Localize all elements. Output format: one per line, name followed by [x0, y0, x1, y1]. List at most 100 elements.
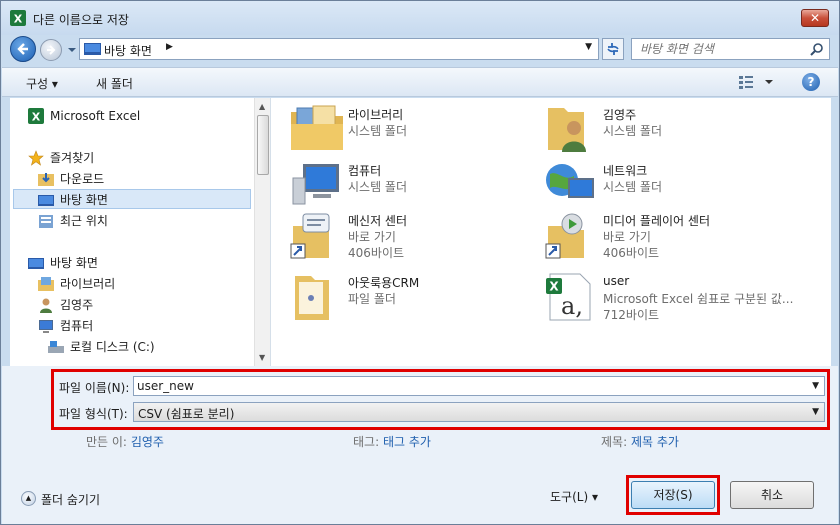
tools-button[interactable]: 도구(L) ▾: [550, 488, 598, 505]
desktop-icon: [84, 43, 101, 55]
title-bar[interactable]: X 다른 이름으로 저장 ✕: [1, 1, 839, 35]
file-item-media-player-shortcut[interactable]: 미디어 플레이어 센터 바로 가기 406바이트: [544, 210, 804, 262]
scroll-up-icon[interactable]: ▲: [259, 102, 265, 111]
file-type: 바로 가기: [603, 230, 651, 244]
file-name: 네트워크: [603, 164, 648, 178]
file-type: 시스템 폴더: [603, 180, 663, 194]
filename-dropdown-icon[interactable]: ▼: [812, 381, 819, 391]
search-icon[interactable]: [810, 42, 824, 56]
file-name: 컴퓨터: [348, 164, 382, 178]
breadcrumb-desktop[interactable]: 바탕 화면: [104, 42, 152, 59]
filetype-dropdown-icon[interactable]: ▼: [812, 407, 819, 417]
nav-item-local-disk-c[interactable]: 로컬 디스크 (C:): [48, 337, 248, 357]
nav-item-desktop-selected[interactable]: 바탕 화면: [13, 189, 251, 209]
nav-item-downloads[interactable]: 다운로드: [38, 169, 238, 189]
recent-pages-dropdown-icon[interactable]: [67, 45, 77, 55]
nav-pane-scrollbar[interactable]: ▲ ▼: [254, 98, 270, 366]
new-folder-button[interactable]: 새 폴더: [96, 75, 133, 92]
file-type: 시스템 폴더: [603, 124, 663, 138]
star-icon: [28, 150, 44, 166]
nav-item-microsoft-excel[interactable]: X Microsoft Excel: [28, 106, 228, 126]
close-button[interactable]: ✕: [801, 9, 829, 27]
hide-folders-label: 폴더 숨기기: [41, 493, 101, 507]
file-name: 아웃룩용CRM: [348, 276, 420, 290]
back-button[interactable]: [10, 36, 36, 62]
refresh-button[interactable]: [602, 38, 624, 60]
nav-item-label: 컴퓨터: [60, 319, 94, 333]
chevron-up-icon: ▲: [21, 491, 36, 506]
library-icon: [38, 277, 54, 291]
nav-item-label: Microsoft Excel: [50, 109, 141, 123]
nav-item-user[interactable]: 김영주: [38, 295, 238, 315]
window-title: 다른 이름으로 저장: [33, 13, 129, 27]
tags-value[interactable]: 태그 추가: [383, 435, 431, 449]
organize-button[interactable]: 구성 ▾: [26, 75, 58, 92]
downloads-folder-icon: [38, 173, 54, 186]
save-as-dialog: X 다른 이름으로 저장 ✕ 바탕 화면 ▶ ▼ 구성 ▾ 새 폴더: [0, 0, 840, 525]
nav-item-computer[interactable]: 컴퓨터: [38, 316, 238, 336]
nav-item-desktop-root[interactable]: 바탕 화면: [28, 253, 228, 273]
file-size: 712바이트: [603, 308, 660, 322]
filetype-select[interactable]: CSV (쉼표로 분리) ▼: [133, 402, 825, 422]
excel-icon: X: [10, 10, 26, 26]
network-icon: [546, 164, 594, 198]
user-icon: [40, 298, 52, 313]
csv-file-icon: X a,: [546, 273, 591, 321]
address-bar[interactable]: 바탕 화면 ▶ ▼: [79, 38, 599, 60]
title-value[interactable]: 제목 추가: [631, 435, 679, 449]
drive-icon: [48, 341, 64, 353]
author-label: 만든 이:: [86, 435, 127, 449]
address-dropdown-icon[interactable]: ▼: [585, 42, 592, 52]
navigation-pane: X Microsoft Excel 즐겨찾기 다운로드 바탕 화면 최근 위치 …: [10, 98, 271, 366]
svg-text:a,: a,: [561, 292, 583, 320]
author-value[interactable]: 김영주: [131, 435, 164, 449]
scroll-down-icon[interactable]: ▼: [259, 353, 265, 362]
file-size: 406바이트: [348, 246, 405, 260]
file-item-outlook-crm-folder[interactable]: 아웃룩용CRM 파일 폴더: [289, 272, 549, 324]
folder-icon: [295, 276, 329, 320]
file-item-network[interactable]: 네트워크 시스템 폴더: [544, 160, 804, 212]
breadcrumb-arrow-icon[interactable]: ▶: [166, 42, 173, 52]
desktop-icon: [38, 195, 54, 206]
nav-item-label: 즐겨찾기: [50, 151, 95, 165]
help-button[interactable]: ?: [802, 73, 820, 91]
file-type: 시스템 폴더: [348, 124, 408, 138]
nav-item-libraries[interactable]: 라이브러리: [38, 274, 238, 294]
nav-item-label: 최근 위치: [60, 214, 108, 228]
excel-icon: X: [28, 108, 44, 124]
search-box[interactable]: [631, 38, 830, 60]
file-type: 시스템 폴더: [348, 180, 408, 194]
svg-text:X: X: [549, 280, 559, 294]
file-type: Microsoft Excel 쉼표로 구분된 값...: [603, 292, 794, 306]
messenger-shortcut-icon: [290, 213, 330, 259]
file-item-user-folder[interactable]: 김영주 시스템 폴더: [544, 104, 804, 156]
filetype-label: 파일 형식(T):: [59, 407, 128, 421]
author-field: 만든 이: 김영주: [86, 433, 164, 450]
search-input[interactable]: [640, 41, 805, 57]
file-name: 메신저 센터: [348, 214, 408, 228]
forward-button[interactable]: [40, 39, 62, 61]
file-type: 파일 폴더: [348, 292, 396, 306]
title-field: 제목: 제목 추가: [601, 433, 679, 450]
svg-text:X: X: [14, 13, 23, 26]
file-name: 라이브러리: [348, 108, 404, 122]
file-item-messenger-shortcut[interactable]: 메신저 센터 바로 가기 406바이트: [289, 210, 549, 262]
scroll-thumb[interactable]: [257, 115, 269, 175]
nav-item-label: 다운로드: [60, 172, 105, 186]
nav-item-favorites[interactable]: 즐겨찾기: [28, 148, 228, 168]
file-item-libraries[interactable]: 라이브러리 시스템 폴더: [289, 104, 549, 156]
filename-combo[interactable]: ▼: [133, 376, 825, 396]
save-button[interactable]: 저장(S): [631, 481, 715, 509]
file-item-computer[interactable]: 컴퓨터 시스템 폴더: [289, 160, 549, 212]
filename-label: 파일 이름(N):: [59, 381, 130, 395]
back-arrow-icon: [17, 43, 28, 55]
tags-label: 태그:: [353, 435, 380, 449]
file-item-user-csv[interactable]: X a, user Microsoft Excel 쉼표로 구분된 값... 7…: [544, 272, 829, 324]
view-options-icon[interactable]: [737, 74, 777, 90]
cancel-button[interactable]: 취소: [730, 481, 814, 509]
filetype-value: CSV (쉼표로 분리): [138, 407, 235, 421]
file-list: 라이브러리 시스템 폴더 김영주 시스템 폴더 컴퓨터 시스템 폴더 네트워크 …: [271, 98, 831, 366]
library-folder-icon: [291, 105, 343, 150]
nav-item-recent-places[interactable]: 최근 위치: [38, 211, 238, 231]
filename-input[interactable]: [137, 378, 777, 394]
